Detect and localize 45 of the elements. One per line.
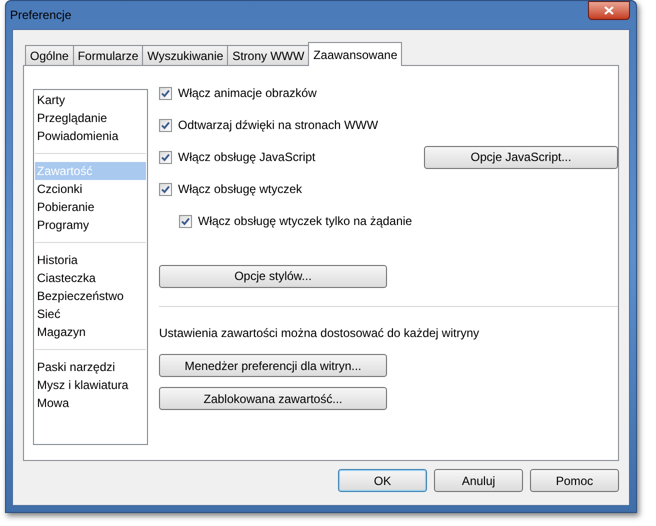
checkbox[interactable] — [159, 150, 172, 164]
sidebar-item[interactable]: Karty — [35, 91, 146, 109]
sidebar-item[interactable]: Mysz i klawiatura — [35, 376, 146, 394]
sidebar-item[interactable]: Przeglądanie — [35, 109, 146, 127]
checkbox[interactable] — [159, 86, 172, 100]
option-label: Włącz obsługę wtyczek — [178, 181, 304, 198]
info-text: Ustawienia zawartości można dostosować do każdej witryny — [159, 325, 480, 342]
checkbox[interactable] — [159, 118, 172, 132]
checkmark-icon — [161, 184, 170, 194]
close-icon — [604, 6, 614, 15]
tab[interactable]: Wyszukiwanie — [142, 45, 228, 66]
checkbox[interactable] — [179, 214, 192, 228]
button[interactable]: Anuluj — [434, 469, 523, 492]
sidebar-item[interactable]: Ciasteczka — [35, 269, 146, 287]
close-button[interactable] — [588, 1, 630, 20]
option-label: Włącz animacje obrazków — [178, 85, 318, 102]
option-label: Odtwarzaj dźwięki na stronach WWW — [178, 117, 380, 134]
button[interactable]: OK — [338, 469, 427, 492]
sidebar-item[interactable]: Sieć — [35, 305, 146, 323]
sidebar-item[interactable]: Historia — [35, 251, 146, 269]
tab[interactable]: Strony WWW — [227, 45, 310, 66]
checkmark-icon — [181, 216, 190, 226]
sidebar-item[interactable]: Programy — [35, 216, 146, 234]
sidebar-item[interactable]: Bezpieczeństwo — [35, 287, 146, 305]
checkbox[interactable] — [159, 182, 172, 196]
sidebar-item[interactable]: Powiadomienia — [35, 127, 146, 145]
sidebar-item[interactable]: Czcionki — [35, 180, 146, 198]
sidebar-item[interactable]: Magazyn — [35, 323, 146, 341]
button[interactable]: Opcje JavaScript... — [424, 146, 618, 168]
button[interactable]: Opcje stylów... — [159, 264, 387, 288]
sidebar-item[interactable]: Paski narzędzi — [35, 358, 146, 376]
option-label: Włącz obsługę wtyczek tylko na żądanie — [198, 213, 414, 230]
button[interactable]: Zablokowana zawartość... — [159, 387, 387, 410]
checkmark-icon — [161, 152, 170, 162]
tab[interactable]: Formularze — [72, 45, 144, 66]
option-label: Włącz obsługę JavaScript — [178, 149, 316, 166]
checkmark-icon — [161, 88, 170, 98]
button[interactable]: Pomoc — [530, 469, 619, 492]
tab[interactable]: Zaawansowane — [308, 42, 402, 66]
sidebar-item[interactable]: Pobieranie — [35, 198, 146, 216]
checkmark-icon — [161, 120, 170, 130]
button[interactable]: Menedżer preferencji dla witryn... — [159, 354, 387, 377]
tab[interactable]: Ogólne — [25, 45, 74, 66]
window-title: Preferencje — [10, 7, 72, 24]
sidebar-item[interactable]: Mowa — [35, 394, 146, 412]
